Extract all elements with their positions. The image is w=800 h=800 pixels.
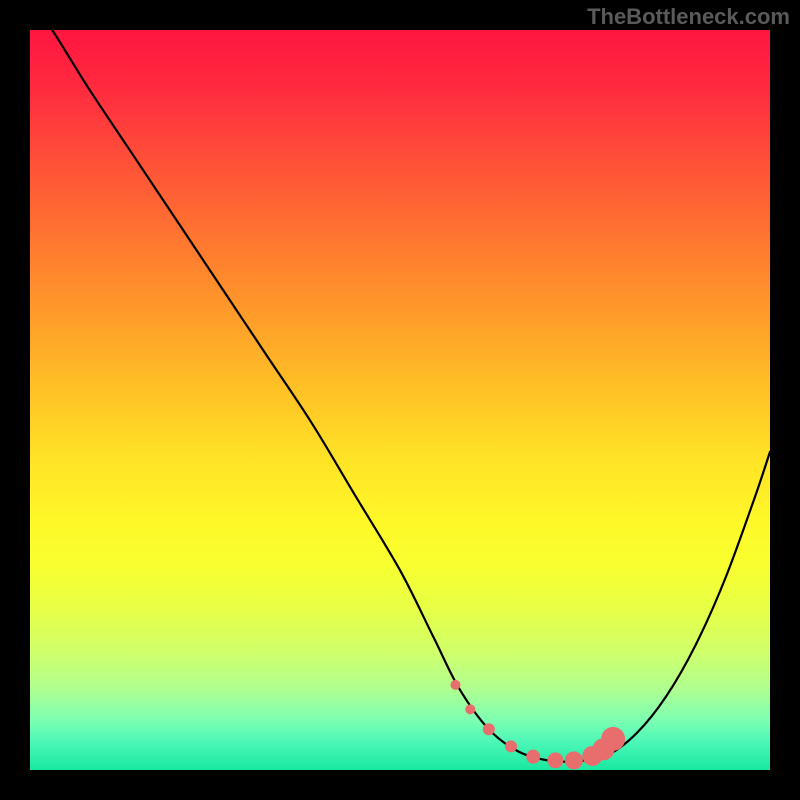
watermark-text: TheBottleneck.com [587, 4, 790, 30]
curve-markers [451, 680, 626, 769]
marker-dot [547, 752, 563, 768]
marker-dot [465, 704, 475, 714]
chart-svg [30, 30, 770, 770]
curve-path [30, 30, 770, 762]
marker-dot [483, 723, 495, 735]
marker-dot [451, 680, 461, 690]
plot-area [30, 30, 770, 770]
marker-dot [601, 727, 625, 751]
marker-dot [526, 750, 540, 764]
marker-dot [565, 751, 583, 769]
marker-dot [505, 740, 517, 752]
